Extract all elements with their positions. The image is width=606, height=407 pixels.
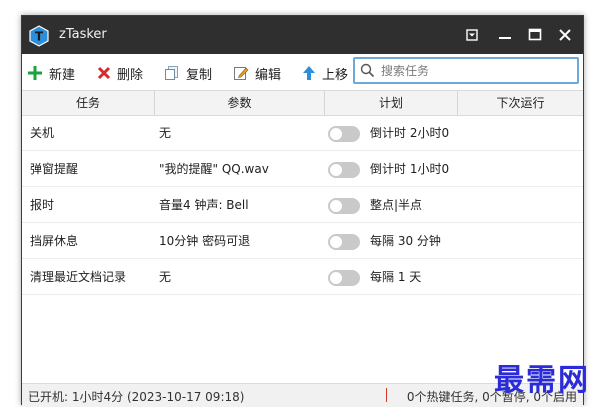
column-header-plan[interactable]: 计划: [325, 91, 458, 115]
table-header: 任务 参数 计划 下次运行: [22, 90, 583, 116]
task-name: 报时: [30, 198, 55, 212]
delete-x-icon: [97, 66, 111, 80]
new-button-label: 新建: [49, 67, 76, 83]
move-up-button[interactable]: 上移: [302, 64, 349, 83]
task-plan: 整点|半点: [370, 198, 423, 212]
enable-toggle[interactable]: [328, 126, 360, 142]
task-plan: 每隔 30 分钟: [370, 234, 441, 248]
enable-toggle[interactable]: [328, 198, 360, 214]
window-title: zTasker: [59, 27, 107, 42]
task-plan: 每隔 1 天: [370, 270, 422, 284]
task-plan: 倒计时 1小时0: [370, 162, 450, 176]
new-button[interactable]: 新建: [27, 64, 76, 83]
search-box[interactable]: [353, 57, 579, 84]
maximize-icon[interactable]: [524, 24, 546, 46]
status-divider: [386, 388, 387, 402]
toolbar: 新建 删除 复制 编辑 上移: [22, 54, 583, 90]
delete-button-label: 删除: [117, 67, 144, 83]
app-window: T zTasker 新建 删除 复制 编辑 上移 搜索任务 任务 参数 计划 下…: [21, 15, 584, 407]
copy-button-label: 复制: [186, 67, 213, 83]
task-name: 挡屏休息: [30, 234, 79, 248]
task-param: 无: [159, 270, 172, 284]
search-icon: [360, 63, 375, 78]
enable-toggle[interactable]: [328, 234, 360, 250]
plus-icon: [28, 66, 42, 80]
minimize-icon[interactable]: [494, 24, 516, 46]
task-param: "我的提醒" QQ.wav: [159, 162, 269, 176]
dropdown-menu-icon[interactable]: [461, 24, 483, 46]
edit-button[interactable]: 编辑: [233, 64, 282, 83]
column-header-next-run[interactable]: 下次运行: [458, 91, 583, 115]
copy-button[interactable]: 复制: [164, 64, 213, 83]
edit-button-label: 编辑: [255, 67, 282, 83]
table-row[interactable]: 报时 音量4 钟声: Bell 整点|半点: [22, 187, 583, 223]
arrow-up-icon: [303, 66, 315, 80]
task-name: 弹窗提醒: [30, 162, 79, 176]
enable-toggle[interactable]: [328, 162, 360, 178]
copy-icon: [165, 66, 178, 80]
close-icon[interactable]: [554, 24, 576, 46]
delete-button[interactable]: 删除: [97, 64, 144, 83]
svg-text:T: T: [35, 30, 44, 44]
task-name: 关机: [30, 126, 55, 140]
move-up-button-label: 上移: [322, 67, 349, 83]
table-row[interactable]: 挡屏休息 10分钟 密码可退 每隔 30 分钟: [22, 223, 583, 259]
table-row[interactable]: 弹窗提醒 "我的提醒" QQ.wav 倒计时 1小时0: [22, 151, 583, 187]
title-bar[interactable]: T zTasker: [22, 16, 583, 54]
column-header-task[interactable]: 任务: [22, 91, 155, 115]
task-plan: 倒计时 2小时0: [370, 126, 450, 140]
ztasker-logo-icon: T: [29, 25, 49, 47]
table-row[interactable]: 清理最近文档记录 无 每隔 1 天: [22, 259, 583, 295]
column-header-param[interactable]: 参数: [155, 91, 325, 115]
search-input[interactable]: [379, 61, 573, 81]
watermark-text: 最需网: [494, 363, 590, 398]
task-param: 10分钟 密码可退: [159, 234, 251, 248]
table-row[interactable]: 关机 无 倒计时 2小时0: [22, 115, 583, 151]
enable-toggle[interactable]: [328, 270, 360, 286]
task-param: 无: [159, 126, 172, 140]
task-param: 音量4 钟声: Bell: [159, 198, 249, 212]
uptime-status: 已开机: 1小时4分 (2023-10-17 09:18): [28, 390, 245, 404]
edit-icon: [234, 67, 249, 80]
task-name: 清理最近文档记录: [30, 270, 127, 284]
